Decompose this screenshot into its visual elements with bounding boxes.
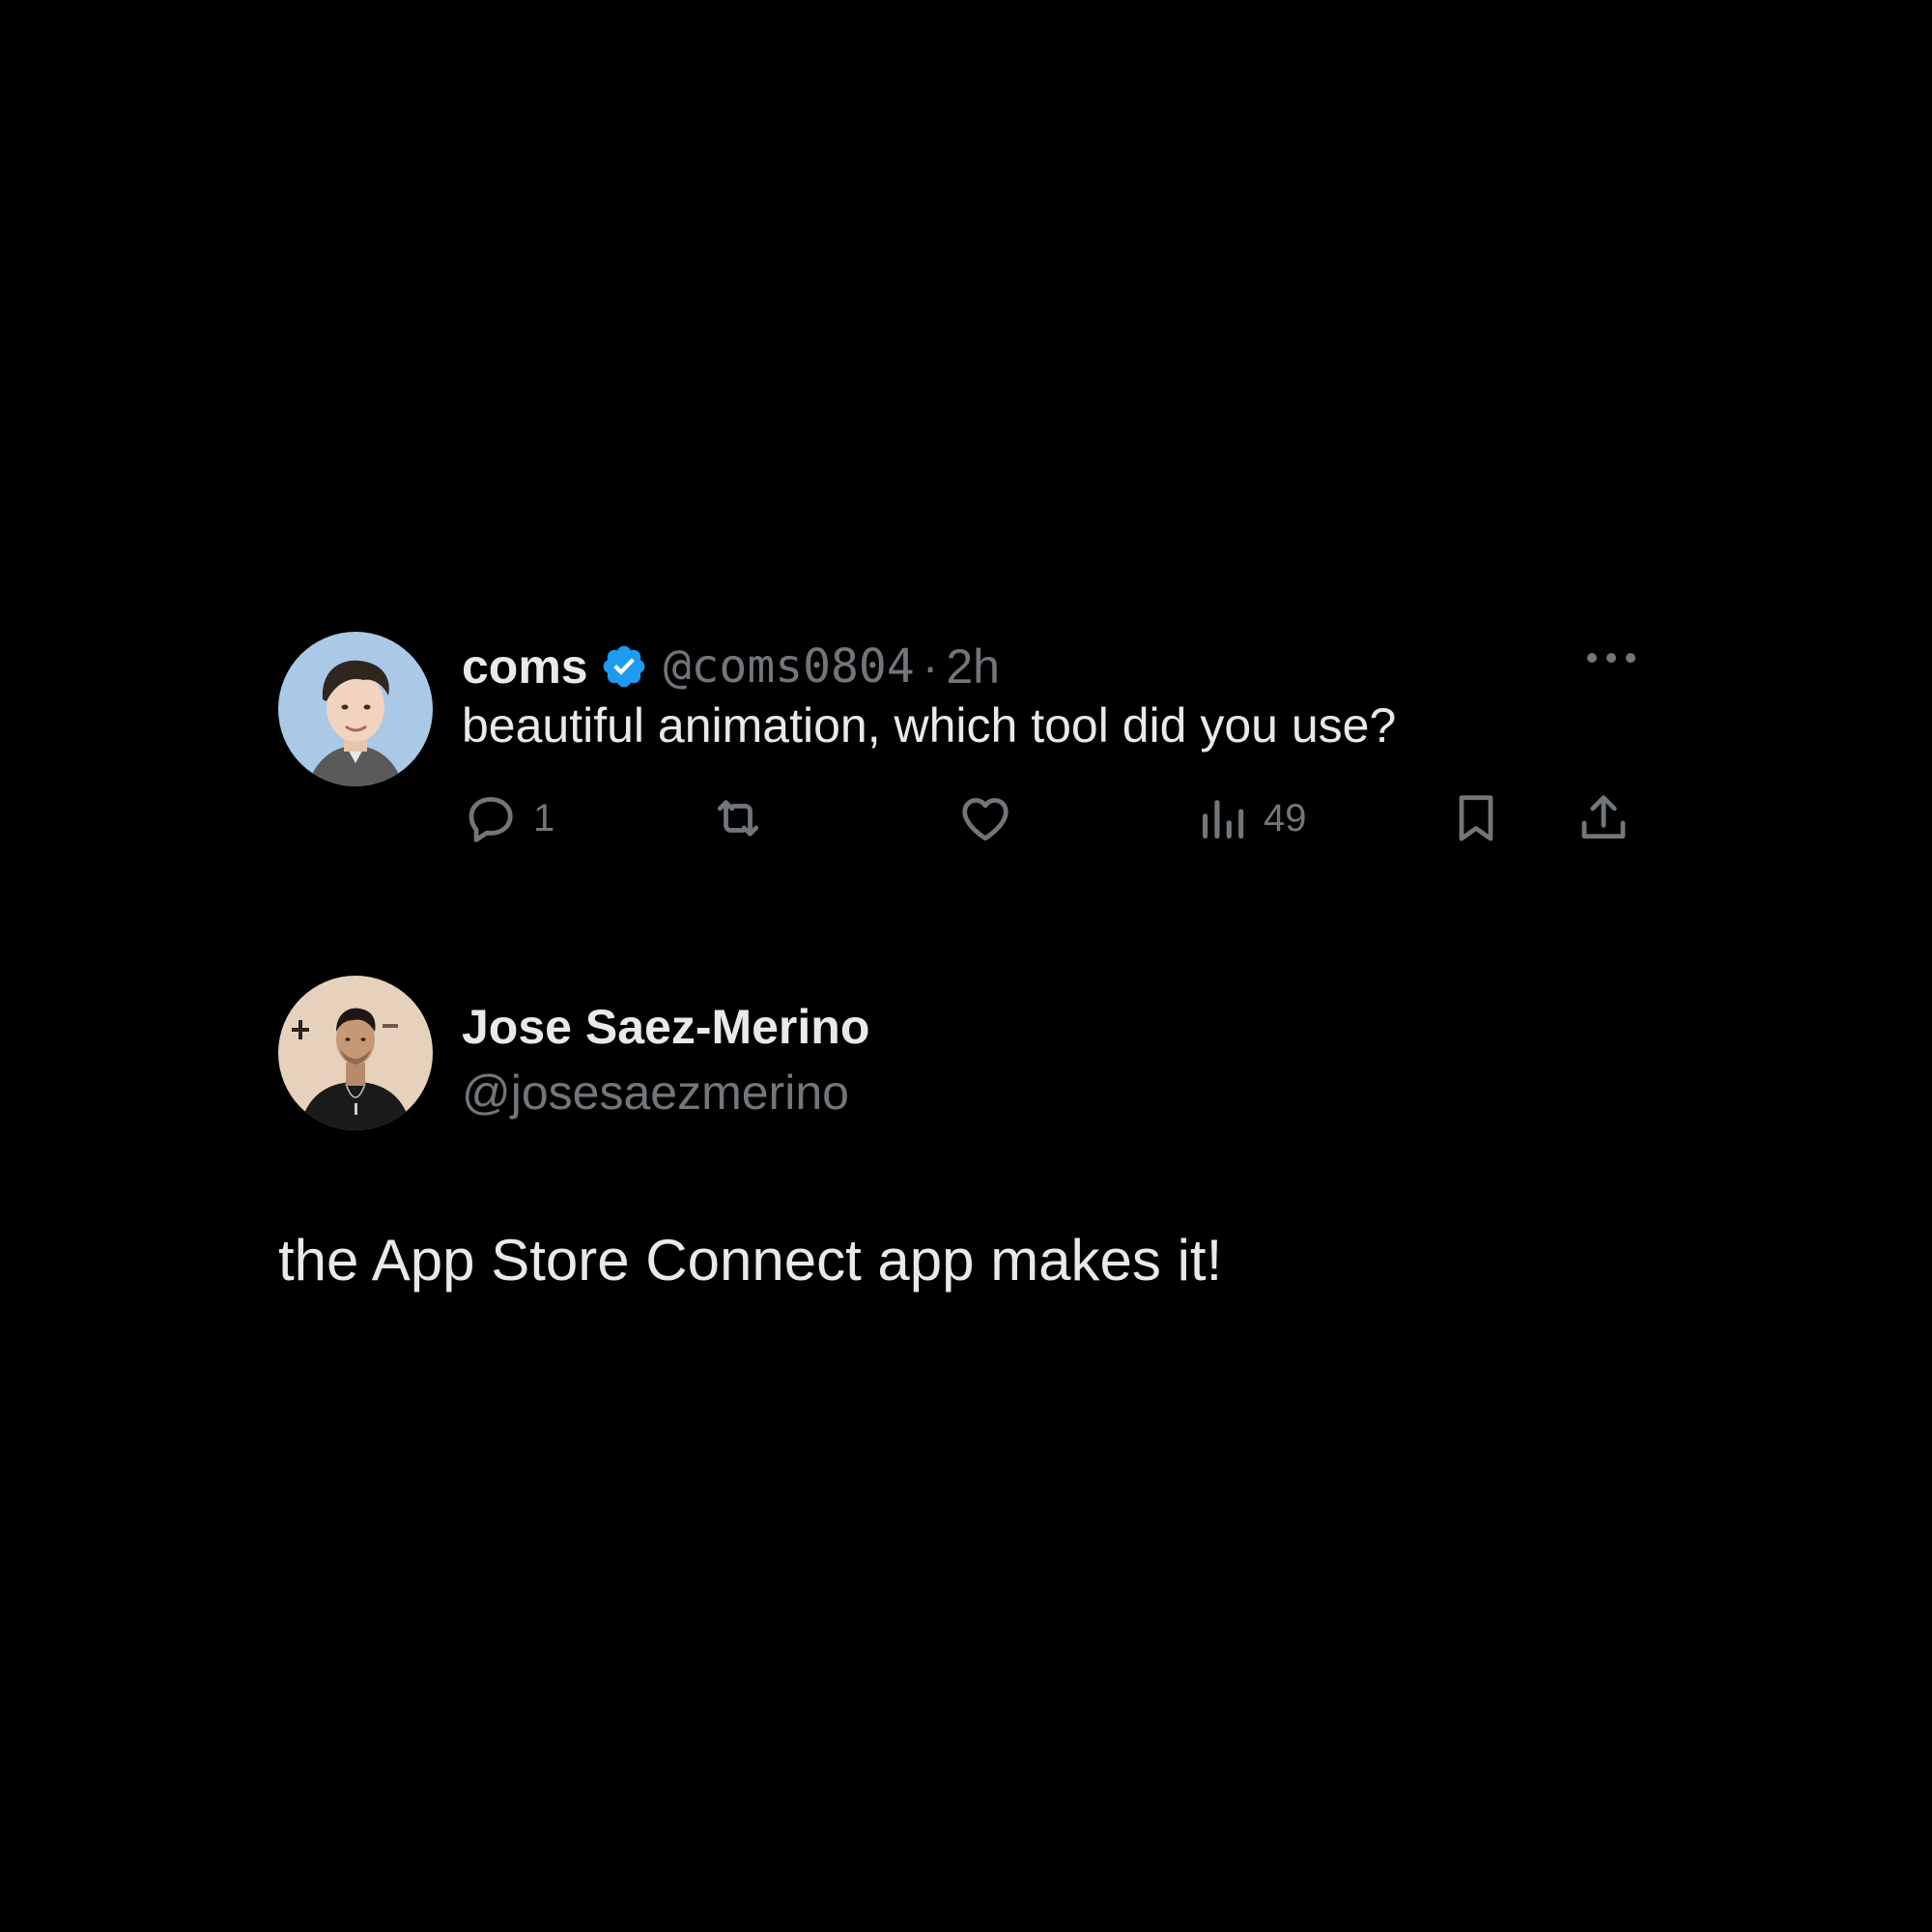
separator-dot: · bbox=[922, 639, 939, 694]
bookmark-button[interactable] bbox=[1447, 784, 1505, 852]
canvas: coms @coms0804 · 2h beautiful animation,… bbox=[0, 0, 1932, 1932]
views-count: 49 bbox=[1264, 796, 1307, 839]
reply-author-display-name[interactable]: Jose Saez-Merino bbox=[462, 999, 869, 1055]
bookmark-icon bbox=[1447, 789, 1505, 847]
tweet-text: beautiful animation, which tool did you … bbox=[462, 698, 1397, 753]
reply-icon bbox=[462, 789, 520, 847]
retweet-icon bbox=[707, 789, 769, 847]
like-button[interactable] bbox=[956, 784, 1028, 852]
share-button[interactable] bbox=[1575, 784, 1633, 852]
reply-button[interactable]: 1 bbox=[462, 784, 554, 852]
timestamp[interactable]: 2h bbox=[946, 639, 1000, 695]
reply-tweet[interactable]: Jose Saez-Merino @josesaezmerino the App… bbox=[278, 976, 1650, 1323]
verified-badge-icon bbox=[600, 642, 648, 691]
views-icon bbox=[1196, 789, 1250, 847]
retweet-button[interactable] bbox=[707, 784, 782, 852]
tweet-actions: 1 49 bbox=[462, 784, 1650, 852]
author-handle[interactable]: @coms0804 bbox=[664, 639, 915, 694]
reply-author-handle[interactable]: @josesaezmerino bbox=[462, 1065, 849, 1121]
reply-count: 1 bbox=[533, 796, 555, 839]
author-display-name[interactable]: coms bbox=[462, 639, 588, 695]
coms-avatar[interactable] bbox=[278, 632, 433, 786]
tweet[interactable]: coms @coms0804 · 2h beautiful animation,… bbox=[278, 632, 1650, 864]
tweet-header: coms @coms0804 · 2h bbox=[462, 632, 1000, 701]
views-button[interactable]: 49 bbox=[1196, 784, 1307, 852]
heart-icon bbox=[956, 789, 1014, 847]
share-icon bbox=[1575, 789, 1633, 847]
jose-avatar[interactable] bbox=[278, 976, 433, 1130]
reply-text: the App Store Connect app makes it! bbox=[278, 1228, 1223, 1293]
more-icon[interactable] bbox=[1582, 643, 1640, 672]
